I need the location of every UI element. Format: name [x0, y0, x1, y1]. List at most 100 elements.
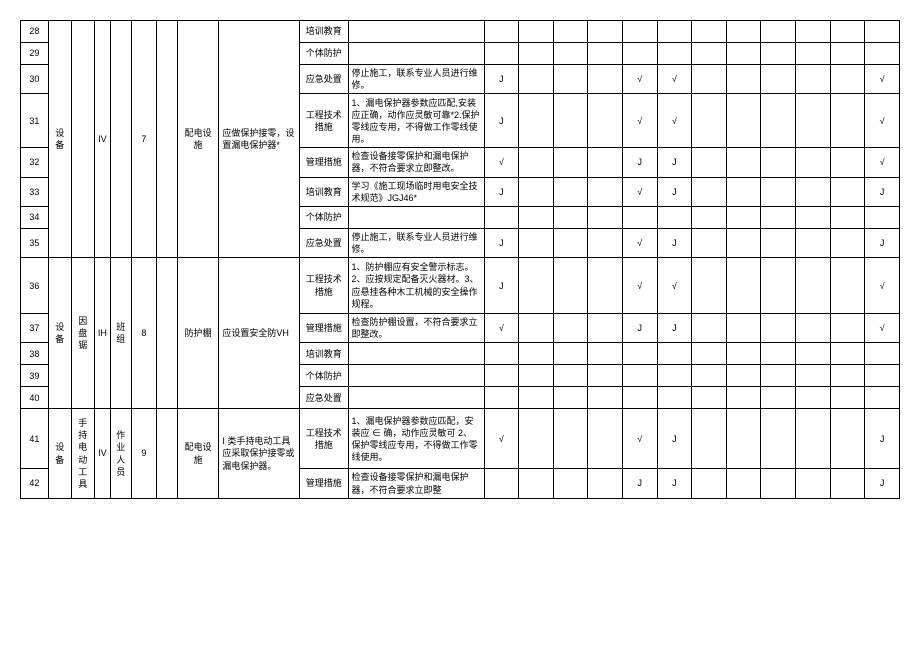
- m7: [692, 365, 727, 387]
- cat-e: 9: [131, 409, 156, 498]
- m2: [519, 206, 554, 228]
- cat-f: [157, 21, 178, 258]
- idx: 29: [21, 43, 49, 65]
- m7: [692, 65, 727, 94]
- idx: 34: [21, 206, 49, 228]
- m12: √: [865, 148, 900, 177]
- m11: [830, 65, 865, 94]
- kind: 工程技术措施: [300, 94, 348, 148]
- m7: [692, 206, 727, 228]
- m3: [553, 94, 588, 148]
- m3: [553, 409, 588, 469]
- kind: 工程技术措施: [300, 409, 348, 469]
- m8: [726, 21, 761, 43]
- m9: [761, 387, 796, 409]
- m11: [830, 94, 865, 148]
- m12: [865, 43, 900, 65]
- detail: [348, 365, 484, 387]
- m5: J: [622, 314, 657, 343]
- cat-b: 手持电动工具: [71, 409, 94, 498]
- m12: √: [865, 314, 900, 343]
- kind: 个体防护: [300, 365, 348, 387]
- m11: [830, 177, 865, 206]
- m9: [761, 343, 796, 365]
- m2: [519, 469, 554, 498]
- cat-g: 配电设施: [177, 409, 219, 498]
- detail: 检查防护棚设置，不符合要求立即整改。: [348, 314, 484, 343]
- m4: [588, 228, 623, 257]
- m11: [830, 206, 865, 228]
- m8: [726, 177, 761, 206]
- m2: [519, 258, 554, 314]
- m9: [761, 228, 796, 257]
- idx: 42: [21, 469, 49, 498]
- detail: [348, 387, 484, 409]
- m10: [795, 177, 830, 206]
- cat-c: IV: [94, 409, 110, 498]
- idx: 38: [21, 343, 49, 365]
- kind: 应急处置: [300, 65, 348, 94]
- m3: [553, 21, 588, 43]
- m5: J: [622, 469, 657, 498]
- m10: [795, 314, 830, 343]
- m3: [553, 177, 588, 206]
- m10: [795, 43, 830, 65]
- m9: [761, 258, 796, 314]
- m8: [726, 387, 761, 409]
- m7: [692, 343, 727, 365]
- cat-h: 应做保护接零，设置漏电保护器*: [219, 21, 300, 258]
- idx: 40: [21, 387, 49, 409]
- m5: √: [622, 94, 657, 148]
- m3: [553, 343, 588, 365]
- m4: [588, 148, 623, 177]
- m7: [692, 469, 727, 498]
- m4: [588, 469, 623, 498]
- m9: [761, 148, 796, 177]
- m1: [484, 469, 519, 498]
- m11: [830, 409, 865, 469]
- detail: 1、漏电保护器参数应匹配，安装应 ∈ 确，动作应灵敏可 2、保护零线应专用，不得…: [348, 409, 484, 469]
- m5: [622, 365, 657, 387]
- m10: [795, 387, 830, 409]
- idx: 39: [21, 365, 49, 387]
- m6: [657, 43, 692, 65]
- m11: [830, 258, 865, 314]
- m10: [795, 206, 830, 228]
- m1: J: [484, 177, 519, 206]
- m2: [519, 387, 554, 409]
- m6: J: [657, 228, 692, 257]
- m9: [761, 21, 796, 43]
- m11: [830, 343, 865, 365]
- m1: √: [484, 409, 519, 469]
- m11: [830, 148, 865, 177]
- m8: [726, 65, 761, 94]
- m9: [761, 206, 796, 228]
- kind: 管理措施: [300, 148, 348, 177]
- kind: 应急处置: [300, 228, 348, 257]
- cat-d: 班组: [110, 258, 131, 409]
- m7: [692, 387, 727, 409]
- m4: [588, 65, 623, 94]
- cat-b: [71, 21, 94, 258]
- m5: [622, 343, 657, 365]
- cat-d: [110, 21, 131, 258]
- m9: [761, 43, 796, 65]
- m7: [692, 228, 727, 257]
- m1: [484, 343, 519, 365]
- m2: [519, 365, 554, 387]
- cat-c: IV: [94, 21, 110, 258]
- m9: [761, 314, 796, 343]
- m3: [553, 65, 588, 94]
- detail: 停止施工，联系专业人员进行维修。: [348, 228, 484, 257]
- m3: [553, 258, 588, 314]
- kind: 培训教育: [300, 21, 348, 43]
- m2: [519, 43, 554, 65]
- m10: [795, 65, 830, 94]
- m10: [795, 258, 830, 314]
- m5: [622, 387, 657, 409]
- idx: 31: [21, 94, 49, 148]
- m8: [726, 43, 761, 65]
- idx: 33: [21, 177, 49, 206]
- m1: [484, 387, 519, 409]
- m2: [519, 409, 554, 469]
